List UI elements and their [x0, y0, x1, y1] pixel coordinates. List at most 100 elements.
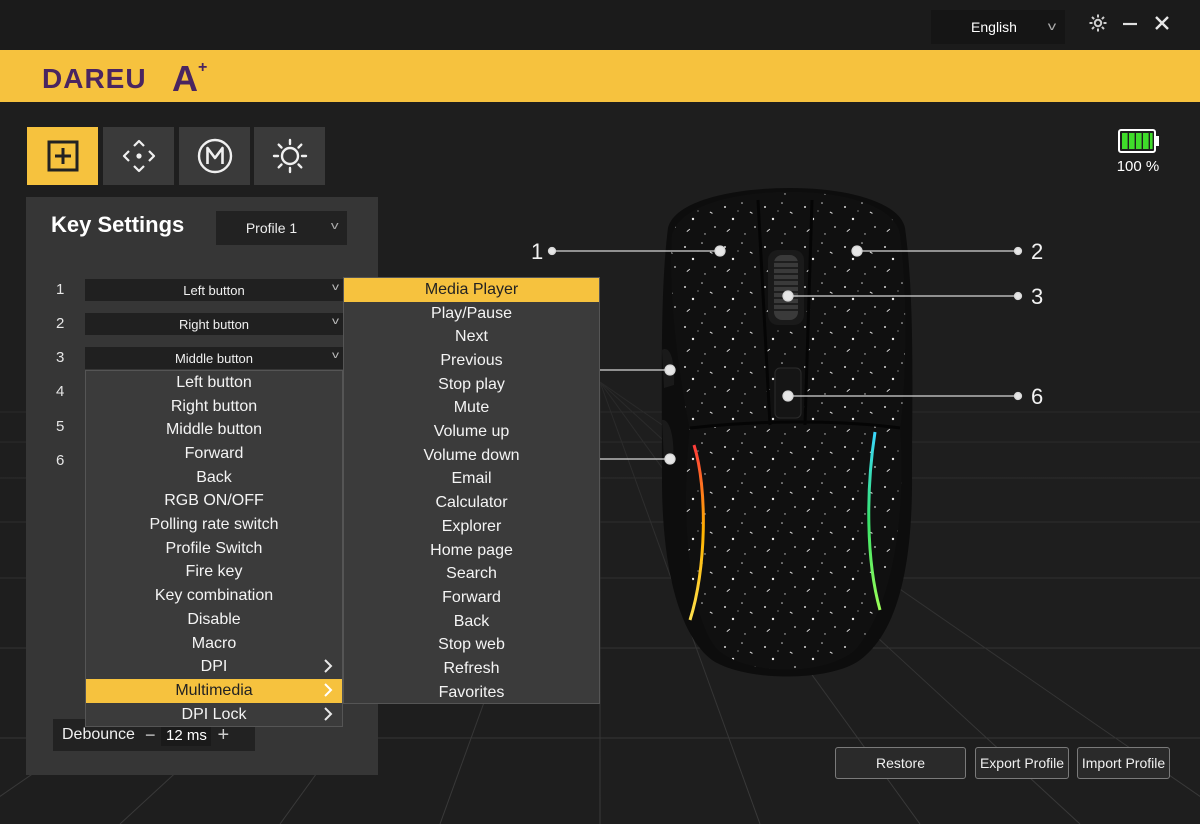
- menu-item-label: Forward: [184, 444, 244, 462]
- media-menu-item-label: Calculator: [435, 494, 508, 512]
- media-menu-item[interactable]: Forward: [344, 586, 599, 610]
- key-1-select[interactable]: Left button v: [85, 279, 343, 301]
- menu-item[interactable]: Middle button: [86, 418, 342, 442]
- media-menu-item[interactable]: Email: [344, 468, 599, 492]
- menu-item-label: Key combination: [154, 587, 274, 605]
- menu-item[interactable]: Polling rate switch: [86, 513, 342, 537]
- gear-icon[interactable]: [1085, 10, 1111, 36]
- media-menu-item-label: Explorer: [441, 517, 502, 535]
- key-select-value: Middle button: [174, 350, 254, 366]
- debounce-label: Debounce: [62, 726, 135, 743]
- key-row-number: 5: [56, 418, 65, 435]
- tab-macro[interactable]: [179, 127, 250, 185]
- menu-item-label: Fire key: [185, 563, 243, 581]
- media-menu-item[interactable]: Favorites: [344, 681, 599, 705]
- media-menu-item[interactable]: Volume up: [344, 420, 599, 444]
- media-menu-item[interactable]: Volume down: [344, 444, 599, 468]
- menu-item[interactable]: Forward: [86, 442, 342, 466]
- dpi-arrows-icon: [122, 139, 155, 173]
- media-menu-item-label: Favorites: [438, 683, 505, 701]
- key-row-number: 2: [56, 315, 65, 332]
- media-menu-item-label: Forward: [442, 588, 501, 606]
- chevron-right-icon: [324, 659, 333, 674]
- key-3-select[interactable]: Middle button v: [85, 347, 343, 369]
- chevron-right-icon: [324, 683, 333, 697]
- callout-label-3: 3: [1031, 284, 1044, 309]
- media-menu-item-label: Stop play: [438, 375, 505, 393]
- debounce-value[interactable]: 12 ms: [161, 724, 212, 746]
- tab-lighting[interactable]: [254, 127, 325, 185]
- key-row-number: 6: [56, 452, 65, 469]
- logo-plus: +: [198, 59, 207, 76]
- media-menu-item[interactable]: Media Player: [344, 278, 599, 302]
- menu-item[interactable]: Multimedia: [86, 679, 342, 703]
- import-profile-button[interactable]: Import Profile: [1077, 747, 1170, 779]
- menu-item-label: Macro: [191, 634, 237, 652]
- dareu-logo: DAREU A +: [42, 58, 207, 96]
- plus-box-icon: [47, 140, 78, 172]
- media-menu-item[interactable]: Stop web: [344, 634, 599, 658]
- logo-mark: A: [172, 58, 198, 96]
- media-menu-item[interactable]: Back: [344, 610, 599, 634]
- menu-item[interactable]: Profile Switch: [86, 537, 342, 561]
- key-select-value: Left button: [183, 282, 245, 298]
- language-select[interactable]: English v: [931, 10, 1065, 44]
- chevron-down-icon: v: [1047, 19, 1057, 33]
- menu-item[interactable]: RGB ON/OFF: [86, 490, 342, 514]
- media-menu-item[interactable]: Home page: [344, 539, 599, 563]
- chevron-down-icon: v: [330, 220, 339, 232]
- menu-item[interactable]: Macro: [86, 632, 342, 656]
- callout-label-6: 6: [1031, 384, 1044, 409]
- menu-item[interactable]: Disable: [86, 608, 342, 632]
- key-row-number: 3: [56, 349, 65, 366]
- media-menu-item[interactable]: Refresh: [344, 657, 599, 681]
- chevron-right-icon: [324, 707, 333, 721]
- menu-item[interactable]: DPI: [86, 655, 342, 679]
- key-row-number: 4: [56, 383, 65, 400]
- chevron-down-icon: v: [332, 316, 339, 327]
- lighting-sun-icon: [272, 138, 307, 174]
- key-2-select[interactable]: Right button v: [85, 313, 343, 335]
- debounce-decrease-button[interactable]: −: [145, 725, 156, 746]
- profile-select[interactable]: Profile 1 v: [216, 211, 347, 245]
- chevron-down-icon: v: [332, 282, 339, 293]
- restore-button[interactable]: Restore: [835, 747, 966, 779]
- media-menu-item[interactable]: Stop play: [344, 373, 599, 397]
- media-menu-item-label: Email: [451, 470, 492, 488]
- menu-item-label: Polling rate switch: [149, 516, 279, 534]
- media-menu-item[interactable]: Mute: [344, 397, 599, 421]
- menu-item-label: DPI: [200, 658, 228, 676]
- menu-item[interactable]: Fire key: [86, 561, 342, 585]
- close-icon[interactable]: [1149, 10, 1175, 36]
- profile-select-value: Profile 1: [245, 220, 298, 236]
- menu-item[interactable]: DPI Lock: [86, 703, 342, 727]
- media-menu-item[interactable]: Next: [344, 325, 599, 349]
- media-menu-item[interactable]: Previous: [344, 349, 599, 373]
- battery-icon: [1118, 129, 1159, 153]
- menu-item[interactable]: Key combination: [86, 584, 342, 608]
- key-function-menu: Left button Right button Middle button Forw…: [85, 370, 343, 727]
- tab-dpi[interactable]: [103, 127, 174, 185]
- media-menu-item-label: Volume down: [423, 446, 520, 464]
- menu-item-label: Disable: [187, 610, 241, 628]
- key-select-value: Right button: [178, 316, 250, 332]
- media-menu-item-label: Volume up: [433, 423, 510, 441]
- callout-label-2: 2: [1031, 239, 1044, 264]
- media-menu-item-label: Play/Pause: [431, 304, 512, 322]
- tab-key-settings[interactable]: [27, 127, 98, 185]
- menu-item-label: Profile Switch: [165, 539, 263, 557]
- menu-item[interactable]: Right button: [86, 395, 342, 419]
- menu-item[interactable]: Left button: [86, 371, 342, 395]
- menu-item-label: Middle button: [165, 421, 263, 439]
- media-menu-item-label: Mute: [453, 399, 490, 417]
- media-menu-item[interactable]: Calculator: [344, 491, 599, 515]
- export-profile-button[interactable]: Export Profile: [975, 747, 1069, 779]
- menu-item[interactable]: Back: [86, 466, 342, 490]
- media-menu-item-label: Home page: [430, 541, 513, 559]
- media-menu-item[interactable]: Explorer: [344, 515, 599, 539]
- media-menu-item[interactable]: Play/Pause: [344, 302, 599, 326]
- menu-item-label: DPI Lock: [181, 705, 247, 723]
- media-menu-item-label: Refresh: [443, 660, 500, 678]
- media-menu-item[interactable]: Search: [344, 562, 599, 586]
- minimize-icon[interactable]: [1117, 10, 1143, 36]
